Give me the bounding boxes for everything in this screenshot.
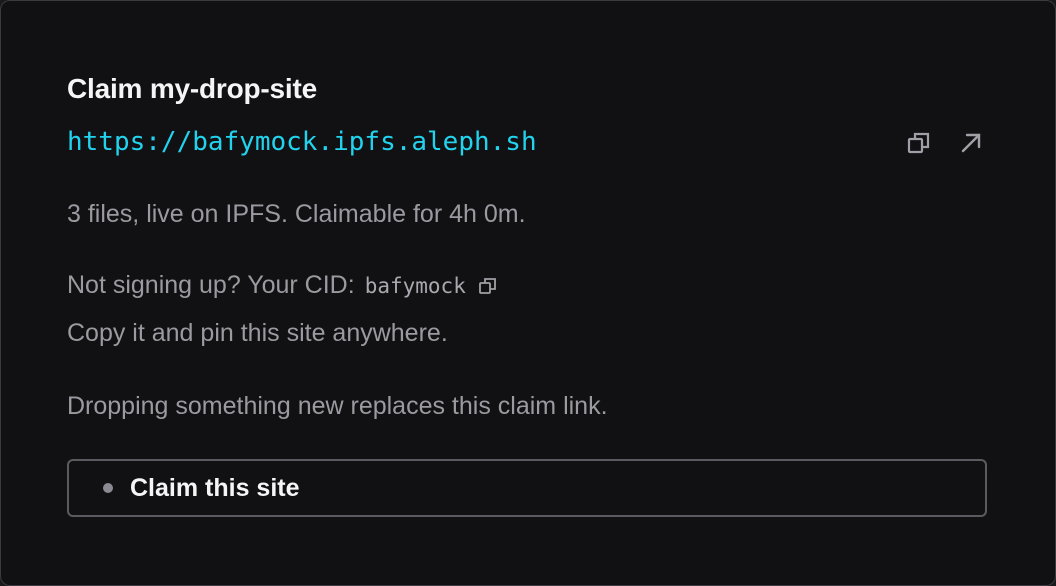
cid-prefix-text: Not signing up? Your CID: bbox=[67, 271, 355, 299]
status-dot-icon bbox=[103, 483, 113, 493]
external-link-icon bbox=[961, 133, 981, 153]
copy-cid-button[interactable] bbox=[476, 274, 500, 298]
drop-note-text: Dropping something new replaces this cla… bbox=[67, 392, 608, 420]
claim-button-label: Claim this site bbox=[130, 473, 300, 502]
claim-site-button[interactable]: Claim this site bbox=[67, 459, 987, 517]
card-title: Claim my-drop-site bbox=[67, 73, 317, 104]
copy-hint-text: Copy it and pin this site anywhere. bbox=[67, 319, 448, 347]
cid-row: Not signing up? Your CID: bafymock bbox=[67, 271, 500, 300]
claim-card: Claim my-drop-site https://bafymock.ipfs… bbox=[0, 0, 1056, 586]
copy-icon bbox=[478, 277, 496, 294]
cid-value: bafymock bbox=[364, 273, 466, 298]
claim-info-text: 3 files, live on IPFS. Claimable for 4h … bbox=[67, 200, 526, 228]
site-url-link[interactable]: https://bafymock.ipfs.aleph.sh bbox=[67, 127, 537, 157]
copy-icon bbox=[907, 132, 930, 154]
copy-url-button[interactable] bbox=[903, 127, 935, 159]
open-url-button[interactable] bbox=[955, 127, 987, 159]
